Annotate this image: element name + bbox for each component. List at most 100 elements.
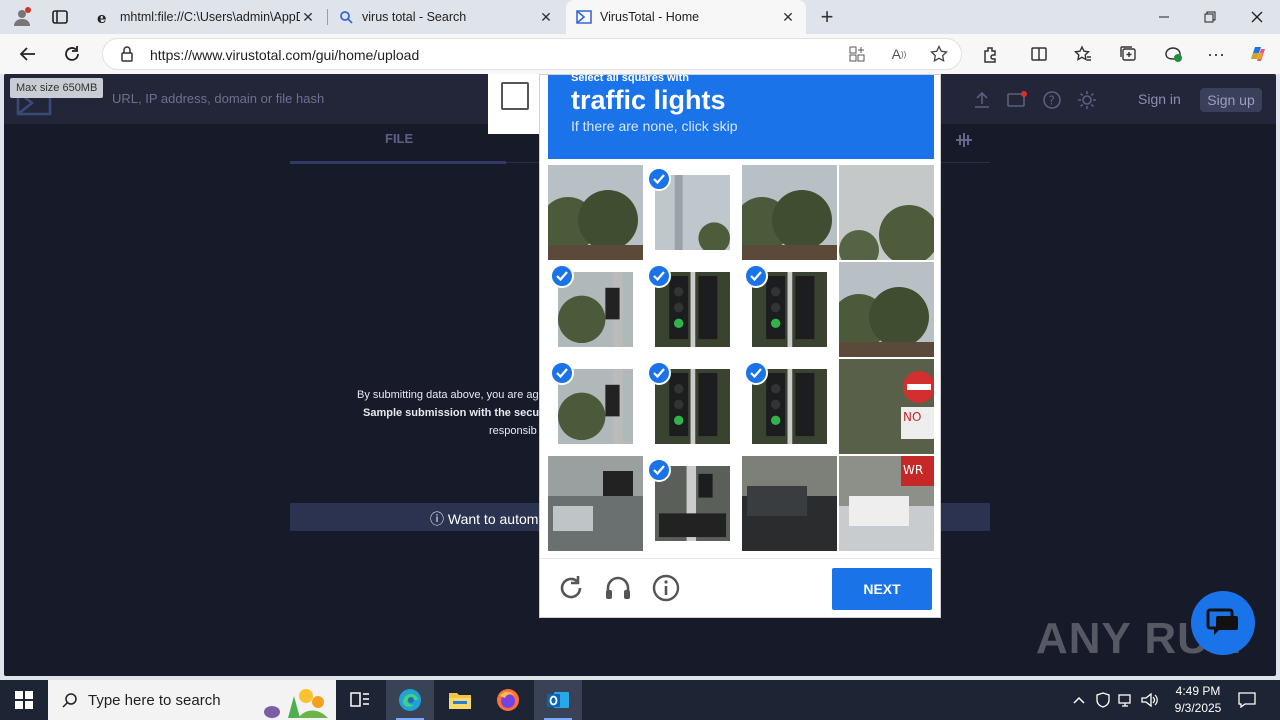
- search-icon: [338, 9, 354, 25]
- automate-banner-text: ⓘ Want to automa: [430, 511, 547, 527]
- next-button[interactable]: NEXT: [832, 568, 932, 610]
- volume-icon[interactable]: [1141, 691, 1159, 709]
- captcha-tile[interactable]: [548, 165, 643, 260]
- lock-icon[interactable]: [115, 42, 139, 66]
- close-tab-icon[interactable]: ✕: [300, 9, 316, 26]
- sign-up-button[interactable]: Sign up: [1200, 88, 1262, 112]
- captcha-tile[interactable]: [548, 359, 643, 454]
- address-bar[interactable]: https://www.virustotal.com/gui/home/uplo…: [102, 38, 962, 70]
- captcha-checkbox-frame: [488, 74, 540, 134]
- back-icon[interactable]: [16, 42, 40, 66]
- reload-icon[interactable]: [556, 573, 586, 603]
- max-size-tooltip: Max size 650MB: [10, 78, 104, 98]
- refresh-icon[interactable]: [60, 42, 84, 66]
- selected-check-icon: [647, 264, 671, 288]
- api-icon[interactable]: [954, 130, 974, 150]
- help-icon[interactable]: ?: [1042, 90, 1062, 110]
- audio-challenge-icon[interactable]: [603, 573, 633, 603]
- task-view-icon[interactable]: [336, 680, 384, 720]
- disclaimer-bold: Sample submission with the secu: [363, 407, 540, 419]
- tab-file[interactable]: FILE: [385, 131, 413, 146]
- search-icon: [58, 688, 82, 712]
- tab-mhtml[interactable]: e mhtml:file://C:\Users\admin\AppD ✕: [86, 0, 326, 34]
- system-clock[interactable]: 4:49 PM 9/3/2025: [1170, 683, 1226, 717]
- captcha-tile-image: [839, 165, 934, 260]
- selected-check-icon: [647, 458, 671, 482]
- security-icon[interactable]: [1094, 691, 1112, 709]
- browser-toolbar: https://www.virustotal.com/gui/home/uplo…: [0, 34, 1280, 74]
- minimize-icon[interactable]: [1152, 5, 1176, 29]
- captcha-tile[interactable]: [645, 262, 740, 357]
- clock-date: 9/3/2025: [1174, 701, 1222, 715]
- tab-actions-icon[interactable]: [48, 5, 72, 29]
- captcha-checkbox[interactable]: [501, 82, 529, 110]
- extensions-icon[interactable]: [979, 42, 1003, 66]
- search-highlight-image: [258, 682, 336, 720]
- firefox-icon[interactable]: [484, 680, 532, 720]
- theme-toggle-icon[interactable]: [1077, 90, 1097, 110]
- favorites-icon[interactable]: [1071, 42, 1095, 66]
- notifications-center-icon[interactable]: [1238, 691, 1256, 709]
- upload-icon[interactable]: [972, 90, 992, 110]
- captcha-tile-image: [742, 456, 837, 551]
- captcha-tile[interactable]: [839, 165, 934, 260]
- captcha-header: Select all squares with traffic lights I…: [548, 72, 934, 159]
- svg-text:WR: WR: [903, 463, 923, 477]
- captcha-tile[interactable]: [548, 262, 643, 357]
- captcha-tile-image: [839, 262, 934, 357]
- tab-search[interactable]: virus total - Search ✕: [328, 0, 564, 34]
- split-screen-icon[interactable]: [1027, 42, 1051, 66]
- browser-essentials-icon[interactable]: [1161, 42, 1185, 66]
- captcha-tile[interactable]: [839, 262, 934, 357]
- show-hidden-icons[interactable]: [1070, 691, 1088, 709]
- tab-virustotal[interactable]: VirusTotal - Home ✕: [566, 0, 806, 34]
- captcha-tile[interactable]: [742, 359, 837, 454]
- captcha-tile[interactable]: NO: [839, 359, 934, 454]
- file-explorer-icon[interactable]: [436, 680, 484, 720]
- notifications-icon[interactable]: [1006, 90, 1027, 110]
- captcha-tile[interactable]: WR: [839, 456, 934, 551]
- captcha-tile[interactable]: [742, 262, 837, 357]
- tab-title: virus total - Search: [362, 10, 467, 24]
- close-tab-icon[interactable]: ✕: [538, 9, 554, 26]
- captcha-tile[interactable]: [742, 165, 837, 260]
- network-icon[interactable]: [1117, 691, 1135, 709]
- captcha-tile-image: [742, 165, 837, 260]
- close-window-icon[interactable]: [1245, 5, 1269, 29]
- start-button[interactable]: [0, 680, 48, 720]
- info-icon[interactable]: [651, 573, 681, 603]
- close-tab-icon[interactable]: ✕: [780, 9, 796, 26]
- outlook-icon[interactable]: [534, 680, 582, 720]
- collections-icon[interactable]: [1116, 42, 1140, 66]
- chat-button[interactable]: [1191, 591, 1255, 655]
- read-aloud-icon[interactable]: A)): [887, 42, 911, 66]
- tab-title: VirusTotal - Home: [600, 10, 700, 24]
- captcha-tile[interactable]: [645, 165, 740, 260]
- captcha-tile[interactable]: [548, 456, 643, 551]
- copilot-icon[interactable]: [1246, 42, 1270, 66]
- sign-in-link[interactable]: Sign in: [1138, 91, 1181, 107]
- captcha-tile[interactable]: [645, 359, 740, 454]
- favorite-star-icon[interactable]: [927, 42, 951, 66]
- clock-time: 4:49 PM: [1175, 684, 1221, 698]
- captcha-tile[interactable]: [645, 456, 740, 551]
- url-text: https://www.virustotal.com/gui/home/uplo…: [150, 47, 420, 63]
- selected-check-icon: [744, 361, 768, 385]
- more-menu-icon[interactable]: ···: [1204, 42, 1228, 66]
- edge-taskbar-icon[interactable]: [386, 680, 434, 720]
- selected-check-icon: [647, 361, 671, 385]
- profile-icon[interactable]: [10, 5, 34, 29]
- captcha-tile[interactable]: [742, 456, 837, 551]
- taskbar: Type here to search 4:49 PM 9/3/2025: [0, 680, 1280, 720]
- captcha-footer: NEXT: [540, 558, 940, 618]
- ie-icon: e: [96, 9, 112, 25]
- vt-search-input[interactable]: URL, IP address, domain or file hash: [112, 91, 324, 106]
- selected-check-icon: [744, 264, 768, 288]
- restore-icon[interactable]: [1198, 5, 1222, 29]
- captcha-target: traffic lights: [571, 85, 726, 115]
- new-tab-icon[interactable]: +: [815, 4, 839, 29]
- taskbar-search[interactable]: Type here to search: [48, 680, 336, 720]
- captcha-instruction: Select all squares with: [571, 72, 689, 84]
- app-available-icon[interactable]: [845, 42, 869, 66]
- captcha-grid: NO WR: [548, 165, 934, 551]
